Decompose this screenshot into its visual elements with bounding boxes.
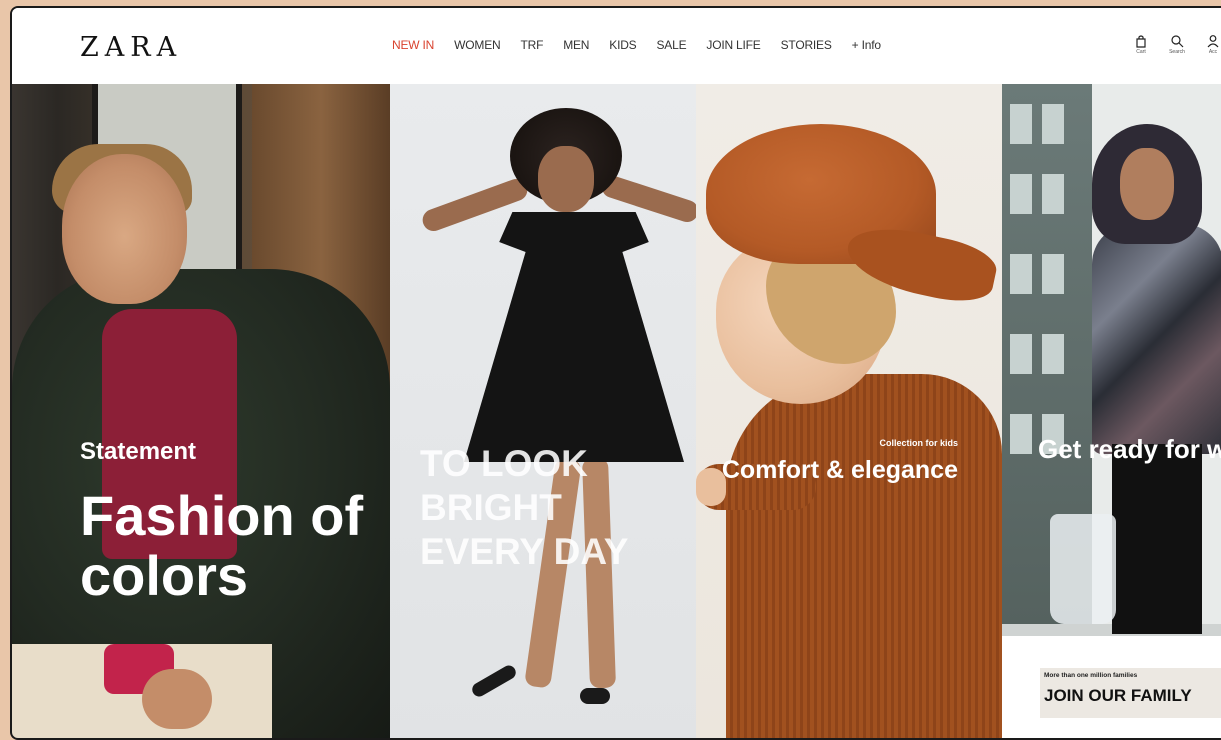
nav-item-join-life[interactable]: JOIN LIFE — [706, 38, 760, 52]
main-nav: NEW IN WOMEN TRF MEN KIDS SALE JOIN LIFE… — [392, 38, 901, 52]
search-button[interactable]: Search — [1166, 34, 1188, 55]
model-patterned-jacket — [1092, 224, 1221, 454]
browser-frame: ZARA NEW IN WOMEN TRF MEN KIDS SALE JOIN… — [10, 6, 1221, 740]
panel-men-kicker: Statement — [80, 438, 197, 465]
panel-women-headline[interactable]: TO LOOK BRIGHT EVERY DAY — [420, 442, 690, 574]
building-window — [1042, 334, 1064, 374]
header-tools: Cart Search Acc — [1130, 34, 1221, 55]
model-knit-sweater — [726, 374, 1002, 738]
search-icon — [1171, 35, 1184, 48]
building-window — [1010, 174, 1032, 214]
panel-men[interactable]: Statement Fashion of colors — [12, 84, 390, 738]
nav-item-sale[interactable]: SALE — [657, 38, 687, 52]
nav-item-info[interactable]: + Info — [852, 38, 881, 52]
panel-trf[interactable]: Get ready for winter More than one milli… — [1002, 84, 1221, 738]
model-hand — [142, 669, 212, 729]
nav-item-new-in[interactable]: NEW IN — [392, 38, 434, 52]
panel-kids[interactable]: Collection for kids Comfort & elegance — [696, 84, 1002, 738]
building-window — [1010, 334, 1032, 374]
model-face — [1120, 148, 1174, 220]
model-black-dress — [464, 212, 684, 462]
building-window — [1042, 254, 1064, 294]
account-button[interactable]: Acc — [1202, 34, 1221, 55]
panel-kids-kicker: Collection for kids — [879, 438, 958, 448]
site-header: ZARA NEW IN WOMEN TRF MEN KIDS SALE JOIN… — [12, 8, 1221, 84]
nav-item-kids[interactable]: KIDS — [609, 38, 636, 52]
search-label: Search — [1169, 49, 1185, 55]
building-window — [1042, 104, 1064, 144]
panel-women[interactable]: TO LOOK BRIGHT EVERY DAY — [390, 84, 696, 738]
cart-label: Cart — [1136, 49, 1146, 55]
nav-item-men[interactable]: MEN — [563, 38, 589, 52]
building-window — [1010, 254, 1032, 294]
model-left-sandal — [469, 662, 519, 700]
promo-subtitle: More than one million families — [1044, 672, 1138, 679]
account-label: Acc — [1208, 49, 1218, 55]
nav-item-trf[interactable]: TRF — [520, 38, 543, 52]
building-window — [1010, 104, 1032, 144]
model-face — [538, 146, 594, 212]
nav-item-women[interactable]: WOMEN — [454, 38, 501, 52]
cart-button[interactable]: Cart — [1130, 34, 1152, 55]
join-family-promo[interactable]: More than one million families JOIN OUR … — [1002, 636, 1221, 738]
panel-trf-headline-text: Get ready for winter — [1038, 434, 1221, 464]
model-face — [62, 154, 187, 304]
panel-men-headline[interactable]: Fashion of colors — [80, 486, 390, 606]
building-window — [1010, 414, 1032, 454]
nav-item-stories[interactable]: STORIES — [781, 38, 832, 52]
building-window — [1042, 174, 1064, 214]
zara-logo[interactable]: ZARA — [80, 32, 182, 63]
bag-icon — [1136, 35, 1146, 48]
join-family-link[interactable]: JOIN OUR FAMILY — [1044, 686, 1192, 706]
panel-kids-headline[interactable]: Comfort & elegance — [718, 456, 958, 484]
model-plastic-bag — [1050, 514, 1116, 624]
user-icon — [1207, 35, 1219, 48]
panel-trf-headline[interactable]: Get ready for winter — [1038, 436, 1221, 462]
model-right-sandal — [580, 688, 610, 704]
model-black-jeans — [1112, 444, 1202, 634]
